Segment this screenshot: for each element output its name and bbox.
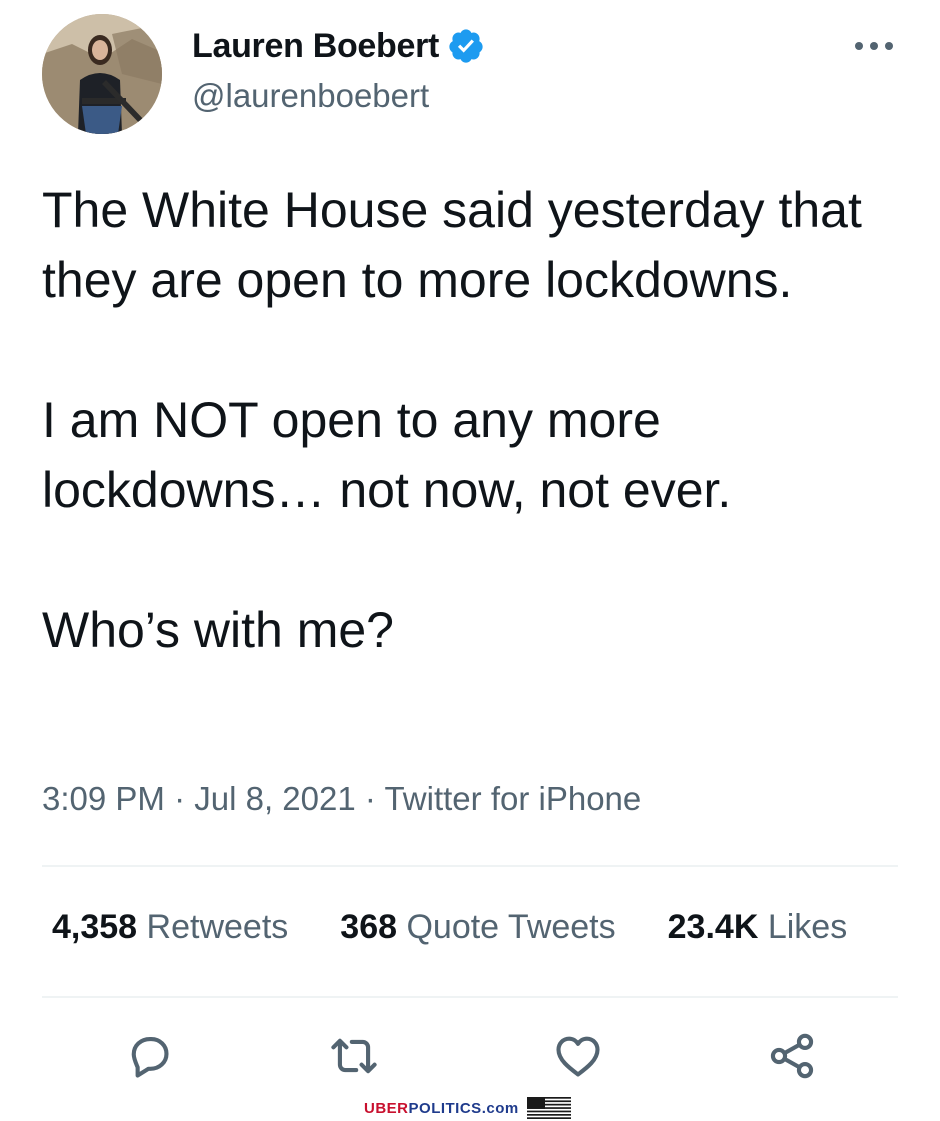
meta-separator: · xyxy=(364,780,376,817)
tweet-metadata: 3:09 PM · Jul 8, 2021 · Twitter for iPho… xyxy=(42,780,641,818)
author-handle[interactable]: @laurenboebert xyxy=(192,77,429,115)
author-name-row[interactable]: Lauren Boebert xyxy=(192,24,485,68)
like-icon[interactable] xyxy=(552,1030,604,1082)
retweets-count: 4,358 xyxy=(52,908,138,946)
reply-icon[interactable] xyxy=(124,1030,176,1082)
tweet-source[interactable]: Twitter for iPhone xyxy=(384,780,641,817)
avatar[interactable] xyxy=(42,14,162,134)
likes-label: Likes xyxy=(767,908,848,946)
watermark-politics: POLITICS xyxy=(408,1099,482,1117)
likes-count: 23.4K xyxy=(667,908,759,946)
likes-stat[interactable]: 23.4K Likes xyxy=(668,908,848,947)
tweet-date[interactable]: Jul 8, 2021 xyxy=(194,780,355,817)
watermark-suffix: .com xyxy=(481,1099,519,1117)
watermark-uber: UBER xyxy=(364,1099,409,1117)
quote-tweets-stat[interactable]: 368 Quote Tweets xyxy=(340,908,615,947)
retweets-label: Retweets xyxy=(146,908,289,946)
divider xyxy=(42,865,898,867)
watermark-text: UBERPOLITICS.com xyxy=(364,1100,519,1117)
tweet-paragraph: I am NOT open to any more lockdowns… not… xyxy=(42,392,732,518)
verified-badge-icon xyxy=(449,29,483,63)
author-display-name[interactable]: Lauren Boebert xyxy=(192,27,439,66)
tweet-stats: 4,358 Retweets 368 Quote Tweets 23.4K Li… xyxy=(52,908,847,947)
retweets-stat[interactable]: 4,358 Retweets xyxy=(52,908,288,947)
quote-tweets-count: 368 xyxy=(340,908,398,946)
more-options-icon[interactable] xyxy=(850,32,898,60)
tweet-time[interactable]: 3:09 PM xyxy=(42,780,165,817)
tweet-paragraph: Who’s with me? xyxy=(42,602,394,658)
flag-icon xyxy=(526,1097,571,1119)
share-icon[interactable] xyxy=(766,1030,818,1082)
tweet-paragraph: The White House said yesterday that they… xyxy=(42,182,862,308)
quote-tweets-label: Quote Tweets xyxy=(406,908,616,946)
divider xyxy=(42,996,898,998)
retweet-icon[interactable] xyxy=(328,1030,380,1082)
tweet-text: The White House said yesterday that they… xyxy=(42,175,902,665)
watermark: UBERPOLITICS.com xyxy=(364,1095,571,1121)
meta-separator: · xyxy=(174,780,186,817)
